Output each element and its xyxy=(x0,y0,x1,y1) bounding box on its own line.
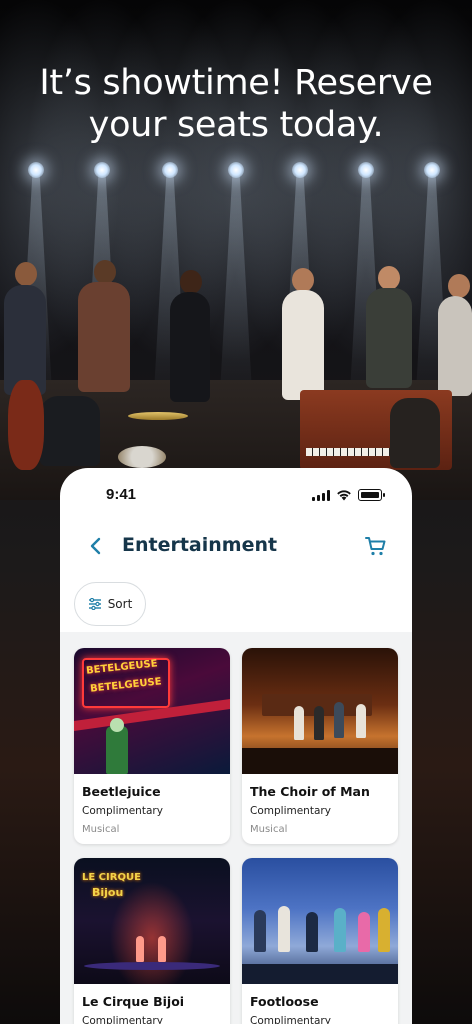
show-title: Le Cirque Bijoi xyxy=(82,994,185,1009)
performer xyxy=(366,288,412,388)
performer-head xyxy=(15,262,37,286)
spotlight xyxy=(228,162,244,178)
cart-icon[interactable] xyxy=(364,534,388,558)
cymbal xyxy=(128,412,188,420)
show-card-choir-of-man[interactable]: The Choir of Man Complimentary Musical xyxy=(242,648,398,844)
show-poster xyxy=(242,858,398,984)
performer-head xyxy=(378,266,400,290)
cello xyxy=(8,380,44,470)
status-time: 9:41 xyxy=(106,486,137,503)
hero-headline-line-2: your seats today. xyxy=(88,105,384,145)
poster-sign-text: LE CIRQUE xyxy=(82,872,141,883)
sort-button[interactable]: Sort xyxy=(74,582,146,626)
spotlight xyxy=(292,162,308,178)
spotlight xyxy=(358,162,374,178)
show-grid: BETELGEUSE BETELGEUSE Beetlejuice Compli… xyxy=(60,632,412,1024)
performer xyxy=(438,296,472,396)
show-pricing: Complimentary xyxy=(82,1015,163,1024)
performer-head xyxy=(94,260,116,284)
show-pricing: Complimentary xyxy=(82,805,163,817)
show-card-beetlejuice[interactable]: BETELGEUSE BETELGEUSE Beetlejuice Compli… xyxy=(74,648,230,844)
drum xyxy=(118,446,166,468)
performer xyxy=(78,282,130,392)
spotlight xyxy=(28,162,44,178)
sort-label: Sort xyxy=(107,597,133,611)
phone-screen: 9:41 Entertainment Sort BETELGEUSE BETEL… xyxy=(60,468,412,1024)
drummer xyxy=(40,396,100,466)
hero-headline-line-1: It’s showtime! Reserve xyxy=(39,63,433,103)
performer xyxy=(4,285,46,395)
show-poster xyxy=(242,648,398,774)
battery-icon xyxy=(358,489,385,501)
hero-headline: It’s showtime! Reserve your seats today. xyxy=(0,62,472,146)
performer-head xyxy=(180,270,202,294)
status-bar: 9:41 xyxy=(60,468,412,520)
page-title: Entertainment xyxy=(122,534,278,556)
show-card-footloose[interactable]: Footloose Complimentary xyxy=(242,858,398,1024)
performer xyxy=(282,290,324,400)
spotlight xyxy=(94,162,110,178)
signal-icon xyxy=(312,490,330,501)
wifi-icon xyxy=(337,490,351,501)
spotlight xyxy=(162,162,178,178)
show-card-le-cirque-bijoi[interactable]: LE CIRQUE Bijou Le Cirque Bijoi Complime… xyxy=(74,858,230,1024)
pianist xyxy=(390,398,440,468)
sliders-icon xyxy=(88,598,101,610)
show-pricing: Complimentary xyxy=(250,1015,331,1024)
show-title: The Choir of Man xyxy=(250,784,370,799)
show-poster: LE CIRQUE Bijou xyxy=(74,858,230,984)
spotlight-beam xyxy=(219,170,253,410)
top-nav: Entertainment xyxy=(60,524,412,568)
show-category: Musical xyxy=(250,824,288,835)
chevron-left-icon[interactable] xyxy=(84,532,108,560)
show-category: Musical xyxy=(82,824,120,835)
performer-head xyxy=(292,268,314,292)
show-title: Beetlejuice xyxy=(82,784,161,799)
show-poster: BETELGEUSE BETELGEUSE xyxy=(74,648,230,774)
performer-head xyxy=(448,274,470,298)
show-title: Footloose xyxy=(250,994,319,1009)
show-pricing: Complimentary xyxy=(250,805,331,817)
performer xyxy=(170,292,210,402)
poster-sign-text: Bijou xyxy=(92,886,124,899)
spotlight xyxy=(424,162,440,178)
